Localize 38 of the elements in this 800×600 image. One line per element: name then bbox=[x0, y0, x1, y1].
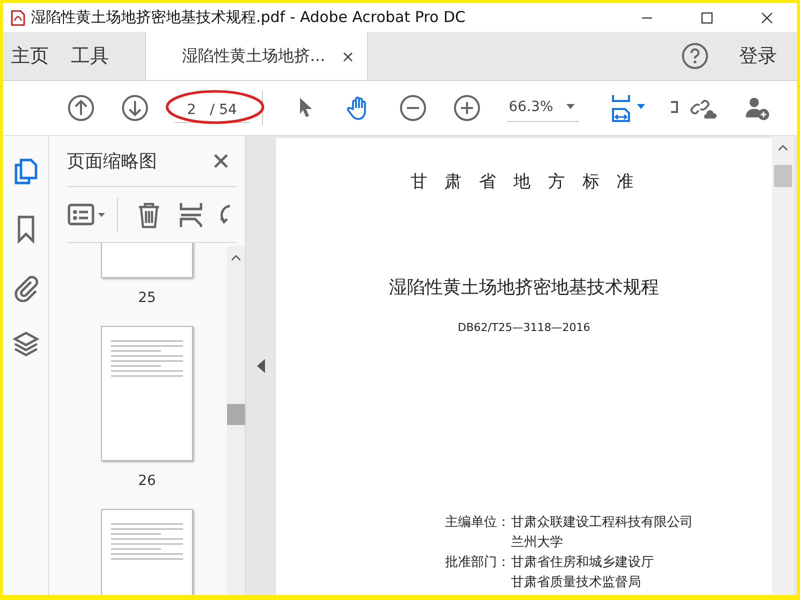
scroll-up-icon[interactable] bbox=[231, 254, 241, 261]
credit-label: 批准部门： bbox=[445, 554, 511, 572]
help-icon[interactable] bbox=[681, 42, 709, 70]
panel-title: 页面缩略图 bbox=[67, 150, 157, 173]
trash-icon[interactable] bbox=[136, 200, 162, 228]
login-link[interactable]: 登录 bbox=[739, 43, 777, 69]
next-page-icon[interactable] bbox=[121, 94, 149, 122]
caret-icon bbox=[566, 104, 576, 109]
credit-value: 甘肃省质量技术监督局 bbox=[511, 574, 642, 592]
nav-tab[interactable]: 主页 bbox=[3, 32, 63, 80]
page-total: / 54 bbox=[210, 102, 237, 118]
scrollbar-thumb[interactable] bbox=[227, 404, 245, 425]
pdf-file-icon bbox=[11, 10, 25, 26]
standard-code: DB62/T25—3118—2016 bbox=[458, 321, 590, 334]
document-title: 湿陷性黄土场地挤密地基技术规程 bbox=[389, 276, 659, 299]
page-number: 26 bbox=[138, 473, 156, 489]
credit-value: 甘肃省住房和城乡建设厅 bbox=[511, 554, 654, 572]
zoom-dropdown[interactable]: 66.3% bbox=[506, 94, 580, 122]
credit-label: 主编单位： bbox=[445, 514, 511, 532]
scroll-up-icon[interactable] bbox=[778, 144, 788, 151]
scrollbar-thumb[interactable] bbox=[774, 165, 792, 187]
standard-header: 甘 肃 省 地 方 标 准 bbox=[410, 171, 638, 193]
tab-close-button[interactable]: × bbox=[341, 46, 355, 66]
zoom-in-icon[interactable] bbox=[452, 94, 481, 122]
zoom-out-icon[interactable] bbox=[398, 94, 427, 122]
page-thumbnail[interactable] bbox=[101, 326, 193, 461]
credit-value: 甘肃众联建设工程科技有限公司 bbox=[511, 514, 693, 532]
window-title: 湿陷性黄土场地挤密地基技术规程.pdf - Adobe Acrobat Pro DC bbox=[31, 8, 466, 27]
credit-value: 兰州大学 bbox=[511, 534, 564, 552]
thumbnail-options-icon[interactable] bbox=[67, 202, 107, 228]
collapse-icon[interactable] bbox=[257, 358, 265, 372]
page-number: 25 bbox=[138, 290, 156, 306]
page-number-field[interactable]: 2 bbox=[187, 102, 196, 118]
nav-tab[interactable]: 湿陷性黄土场地挤... × bbox=[145, 32, 368, 80]
close-icon[interactable] bbox=[213, 153, 229, 169]
insert-page-icon[interactable] bbox=[178, 200, 204, 228]
nav-tab[interactable]: 工具 bbox=[63, 32, 123, 80]
previous-page-icon[interactable] bbox=[67, 94, 95, 122]
